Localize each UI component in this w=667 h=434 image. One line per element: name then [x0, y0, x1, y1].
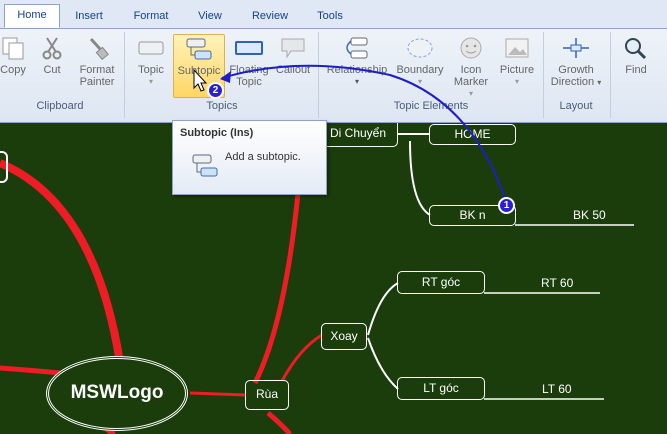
growth-direction-icon [563, 38, 589, 58]
step-badge-2: 2 [207, 82, 224, 99]
picture-icon [505, 38, 529, 58]
offscreen-topic-node[interactable] [0, 151, 8, 183]
copy-icon [2, 37, 24, 60]
separator [610, 32, 611, 118]
scissors-icon [42, 37, 62, 60]
format-painter-button[interactable]: Format Painter [74, 34, 120, 96]
tab-tools[interactable]: Tools [306, 6, 354, 26]
separator [318, 32, 319, 118]
topic-label: RT góc [421, 275, 461, 289]
step-badge-1: 1 [498, 197, 515, 214]
smiley-icon [460, 37, 482, 59]
tab-format[interactable]: Format [124, 6, 178, 26]
topic-elements-group-label: Topic Elements [393, 100, 469, 112]
separator [124, 32, 125, 118]
subtopic-node-rt-goc[interactable]: RT góc [397, 271, 485, 294]
relationship-button[interactable]: Relationship ▾ [322, 34, 392, 96]
topics-group-label: Topics [206, 100, 238, 112]
tab-review[interactable]: Review [244, 6, 296, 26]
boundary-button[interactable]: Boundary ▾ [394, 34, 446, 96]
tooltip-title: Subtopic (Ins) [180, 127, 254, 139]
subtopic-icon [186, 38, 212, 60]
topic-label: HOME [454, 127, 491, 141]
growth-direction-button[interactable]: Growth Direction ▾ [546, 34, 606, 96]
ribbon: Home Insert Format View Review Tools Cop… [0, 0, 667, 123]
boundary-icon [407, 38, 433, 58]
central-topic-label: MSWLogo [70, 382, 164, 403]
topic-node-di-chuyen[interactable]: Di Chuyển [318, 123, 398, 147]
tab-home[interactable]: Home [4, 4, 60, 28]
topic-label: Xoay [330, 329, 358, 343]
leaf-rt-60[interactable]: RT 60 [541, 276, 573, 290]
subtopic-node-lt-goc[interactable]: LT góc [397, 377, 485, 400]
topic-node-rua[interactable]: Rùa [245, 380, 289, 410]
leaf-bk-50[interactable]: BK 50 [573, 208, 606, 222]
topic-label: LT góc [423, 381, 459, 395]
subtopic-tooltip: Subtopic (Ins) Add a subtopic. [172, 120, 327, 195]
topic-label: BK n [459, 208, 486, 222]
subtopic-icon [192, 154, 218, 177]
icon-marker-button[interactable]: Icon Marker ▾ [450, 34, 492, 98]
separator [543, 32, 544, 118]
tooltip-description: Add a subtopic. [225, 151, 301, 163]
callout-icon [281, 38, 305, 59]
topic-icon [138, 41, 164, 55]
cut-button[interactable]: Cut [34, 34, 70, 96]
callout-button[interactable]: Callout [274, 34, 312, 96]
leaf-lt-60[interactable]: LT 60 [542, 382, 572, 396]
ribbon-tabs: Home Insert Format View Review Tools [0, 0, 667, 29]
floating-topic-button[interactable]: Floating Topic [226, 34, 272, 96]
tab-view[interactable]: View [186, 6, 234, 26]
topic-node-xoay[interactable]: Xoay [321, 323, 367, 350]
topic-label: Rùa [255, 387, 278, 401]
subtopic-node-home[interactable]: HOME [429, 124, 516, 145]
picture-button[interactable]: Picture ▾ [496, 34, 538, 96]
topic-label: Di Chuyển [329, 126, 387, 140]
tab-insert[interactable]: Insert [64, 6, 114, 26]
central-topic-node[interactable]: MSWLogo [46, 356, 188, 431]
mind-map-canvas[interactable]: MSWLogo Rùa Xoay Di Chuyển HOME BK n BK … [0, 123, 667, 434]
floating-topic-icon [235, 41, 263, 55]
magnifier-icon [625, 38, 647, 60]
paintbrush-icon [89, 37, 109, 60]
find-button[interactable]: Find [616, 34, 656, 96]
layout-group-label: Layout [559, 100, 593, 112]
copy-button[interactable]: Copy [0, 34, 30, 96]
clipboard-group-label: Clipboard [36, 100, 84, 112]
topic-button[interactable]: Topic ▾ [132, 34, 170, 96]
relationship-icon [346, 37, 368, 59]
